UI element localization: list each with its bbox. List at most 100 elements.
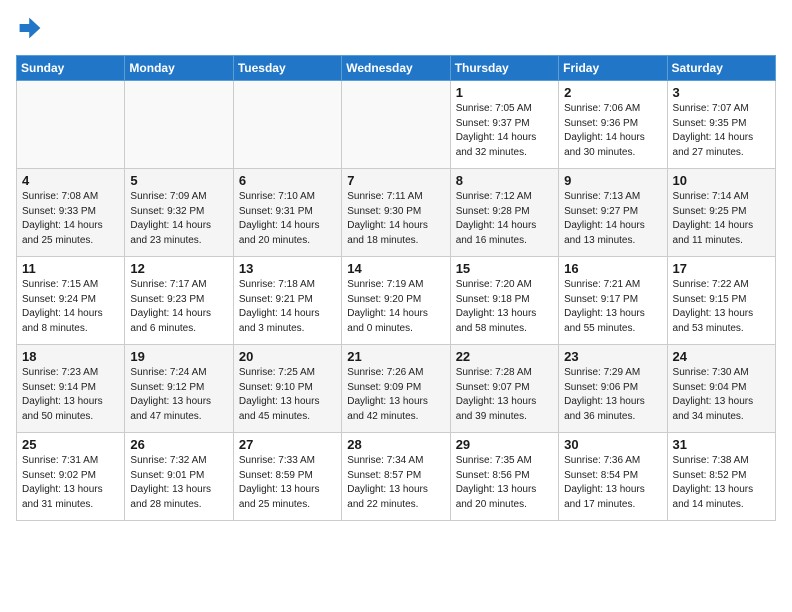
day-info: Sunrise: 7:20 AM Sunset: 9:18 PM Dayligh… (456, 278, 553, 336)
day-number: 4 (22, 173, 119, 188)
calendar-cell: 23 Sunrise: 7:29 AM Sunset: 9:06 PM Dayli… (559, 345, 667, 433)
calendar-cell: 30 Sunrise: 7:36 AM Sunset: 8:54 PM Dayli… (559, 433, 667, 521)
calendar-cell: 13 Sunrise: 7:18 AM Sunset: 9:21 PM Dayli… (233, 257, 341, 345)
calendar-cell (17, 81, 125, 169)
header-cell-sunday: Sunday (17, 56, 125, 81)
day-info: Sunrise: 7:35 AM Sunset: 8:56 PM Dayligh… (456, 454, 553, 512)
day-number: 2 (564, 85, 661, 100)
calendar-cell: 28 Sunrise: 7:34 AM Sunset: 8:57 PM Dayli… (342, 433, 450, 521)
day-number: 25 (22, 437, 119, 452)
header-cell-monday: Monday (125, 56, 233, 81)
header-cell-thursday: Thursday (450, 56, 558, 81)
calendar-cell: 4Sunrise: 7:08 AM Sunset: 9:33 PM Daylig… (17, 169, 125, 257)
day-number: 1 (456, 85, 553, 100)
day-info: Sunrise: 7:15 AM Sunset: 9:24 PM Dayligh… (22, 278, 119, 336)
day-number: 16 (564, 261, 661, 276)
day-number: 26 (130, 437, 227, 452)
header-cell-wednesday: Wednesday (342, 56, 450, 81)
calendar-cell: 15 Sunrise: 7:20 AM Sunset: 9:18 PM Dayli… (450, 257, 558, 345)
day-info: Sunrise: 7:12 AM Sunset: 9:28 PM Dayligh… (456, 190, 553, 248)
day-info: Sunrise: 7:21 AM Sunset: 9:17 PM Dayligh… (564, 278, 661, 336)
calendar-cell: 22Sunrise: 7:28 AM Sunset: 9:07 PM Dayli… (450, 345, 558, 433)
logo (16, 16, 42, 45)
day-number: 3 (673, 85, 770, 100)
day-number: 31 (673, 437, 770, 452)
day-number: 14 (347, 261, 444, 276)
calendar-cell (125, 81, 233, 169)
calendar-cell (233, 81, 341, 169)
day-number: 18 (22, 349, 119, 364)
day-info: Sunrise: 7:05 AM Sunset: 9:37 PM Dayligh… (456, 102, 553, 160)
header-cell-saturday: Saturday (667, 56, 775, 81)
calendar-cell: 25 Sunrise: 7:31 AM Sunset: 9:02 PM Dayli… (17, 433, 125, 521)
calendar-cell: 7 Sunrise: 7:11 AM Sunset: 9:30 PM Daylig… (342, 169, 450, 257)
calendar-cell: 18 Sunrise: 7:23 AM Sunset: 9:14 PM Dayli… (17, 345, 125, 433)
day-info: Sunrise: 7:18 AM Sunset: 9:21 PM Dayligh… (239, 278, 336, 336)
day-info: Sunrise: 7:38 AM Sunset: 8:52 PM Dayligh… (673, 454, 770, 512)
day-number: 20 (239, 349, 336, 364)
day-number: 5 (130, 173, 227, 188)
header-cell-tuesday: Tuesday (233, 56, 341, 81)
week-row: 1 Sunrise: 7:05 AM Sunset: 9:37 PM Daylig… (17, 81, 776, 169)
day-number: 17 (673, 261, 770, 276)
calendar-cell: 31 Sunrise: 7:38 AM Sunset: 8:52 PM Dayli… (667, 433, 775, 521)
week-row: 25 Sunrise: 7:31 AM Sunset: 9:02 PM Dayli… (17, 433, 776, 521)
day-info: Sunrise: 7:06 AM Sunset: 9:36 PM Dayligh… (564, 102, 661, 160)
week-row: 4Sunrise: 7:08 AM Sunset: 9:33 PM Daylig… (17, 169, 776, 257)
day-info: Sunrise: 7:36 AM Sunset: 8:54 PM Dayligh… (564, 454, 661, 512)
calendar-cell: 17 Sunrise: 7:22 AM Sunset: 9:15 PM Dayli… (667, 257, 775, 345)
day-info: Sunrise: 7:29 AM Sunset: 9:06 PM Dayligh… (564, 366, 661, 424)
calendar-cell: 1 Sunrise: 7:05 AM Sunset: 9:37 PM Daylig… (450, 81, 558, 169)
day-number: 22 (456, 349, 553, 364)
day-info: Sunrise: 7:31 AM Sunset: 9:02 PM Dayligh… (22, 454, 119, 512)
calendar-cell: 27Sunrise: 7:33 AM Sunset: 8:59 PM Dayli… (233, 433, 341, 521)
calendar-cell: 19 Sunrise: 7:24 AM Sunset: 9:12 PM Dayli… (125, 345, 233, 433)
day-number: 8 (456, 173, 553, 188)
day-info: Sunrise: 7:32 AM Sunset: 9:01 PM Dayligh… (130, 454, 227, 512)
day-number: 13 (239, 261, 336, 276)
day-number: 15 (456, 261, 553, 276)
day-number: 30 (564, 437, 661, 452)
day-info: Sunrise: 7:09 AM Sunset: 9:32 PM Dayligh… (130, 190, 227, 248)
header-cell-friday: Friday (559, 56, 667, 81)
day-info: Sunrise: 7:34 AM Sunset: 8:57 PM Dayligh… (347, 454, 444, 512)
day-number: 29 (456, 437, 553, 452)
day-number: 6 (239, 173, 336, 188)
calendar-cell (342, 81, 450, 169)
day-number: 19 (130, 349, 227, 364)
calendar-cell: 10 Sunrise: 7:14 AM Sunset: 9:25 PM Dayli… (667, 169, 775, 257)
day-info: Sunrise: 7:23 AM Sunset: 9:14 PM Dayligh… (22, 366, 119, 424)
day-info: Sunrise: 7:30 AM Sunset: 9:04 PM Dayligh… (673, 366, 770, 424)
calendar-cell: 24 Sunrise: 7:30 AM Sunset: 9:04 PM Dayli… (667, 345, 775, 433)
calendar-cell: 11 Sunrise: 7:15 AM Sunset: 9:24 PM Dayli… (17, 257, 125, 345)
day-number: 7 (347, 173, 444, 188)
day-info: Sunrise: 7:24 AM Sunset: 9:12 PM Dayligh… (130, 366, 227, 424)
week-row: 11 Sunrise: 7:15 AM Sunset: 9:24 PM Dayli… (17, 257, 776, 345)
day-number: 23 (564, 349, 661, 364)
calendar-cell: 29 Sunrise: 7:35 AM Sunset: 8:56 PM Dayli… (450, 433, 558, 521)
day-info: Sunrise: 7:22 AM Sunset: 9:15 PM Dayligh… (673, 278, 770, 336)
day-info: Sunrise: 7:14 AM Sunset: 9:25 PM Dayligh… (673, 190, 770, 248)
calendar-cell: 26 Sunrise: 7:32 AM Sunset: 9:01 PM Dayli… (125, 433, 233, 521)
day-number: 21 (347, 349, 444, 364)
day-info: Sunrise: 7:10 AM Sunset: 9:31 PM Dayligh… (239, 190, 336, 248)
day-number: 28 (347, 437, 444, 452)
calendar-table: SundayMondayTuesdayWednesdayThursdayFrid… (16, 55, 776, 521)
day-number: 10 (673, 173, 770, 188)
day-number: 11 (22, 261, 119, 276)
calendar-cell: 2 Sunrise: 7:06 AM Sunset: 9:36 PM Daylig… (559, 81, 667, 169)
day-number: 12 (130, 261, 227, 276)
day-number: 24 (673, 349, 770, 364)
calendar-cell: 12Sunrise: 7:17 AM Sunset: 9:23 PM Dayli… (125, 257, 233, 345)
week-row: 18 Sunrise: 7:23 AM Sunset: 9:14 PM Dayli… (17, 345, 776, 433)
day-number: 9 (564, 173, 661, 188)
calendar-cell: 6 Sunrise: 7:10 AM Sunset: 9:31 PM Daylig… (233, 169, 341, 257)
calendar-cell: 16 Sunrise: 7:21 AM Sunset: 9:17 PM Dayli… (559, 257, 667, 345)
day-info: Sunrise: 7:11 AM Sunset: 9:30 PM Dayligh… (347, 190, 444, 248)
calendar-cell: 14Sunrise: 7:19 AM Sunset: 9:20 PM Dayli… (342, 257, 450, 345)
day-number: 27 (239, 437, 336, 452)
calendar-cell: 21 Sunrise: 7:26 AM Sunset: 9:09 PM Dayli… (342, 345, 450, 433)
day-info: Sunrise: 7:07 AM Sunset: 9:35 PM Dayligh… (673, 102, 770, 160)
calendar-cell: 9Sunrise: 7:13 AM Sunset: 9:27 PM Daylig… (559, 169, 667, 257)
day-info: Sunrise: 7:26 AM Sunset: 9:09 PM Dayligh… (347, 366, 444, 424)
